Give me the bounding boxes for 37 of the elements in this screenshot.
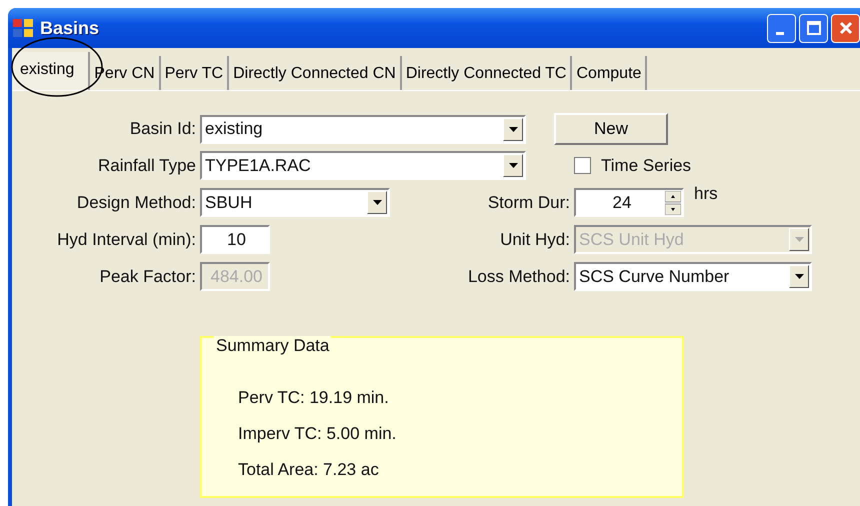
field-label: Rainfall Type bbox=[97, 156, 196, 176]
new-button[interactable]: New bbox=[554, 113, 668, 145]
caret-icon bbox=[372, 200, 382, 205]
field-label: Unit Hyd: bbox=[499, 230, 570, 250]
dropdown-field[interactable]: existing bbox=[200, 114, 526, 144]
tab[interactable]: existing bbox=[12, 52, 90, 90]
minimize-button[interactable] bbox=[767, 14, 796, 42]
checkbox-label: Time Series bbox=[601, 156, 692, 176]
summary-text: Perv TC: 19.19 min. bbox=[238, 387, 390, 409]
unit-label: hrs bbox=[694, 184, 718, 204]
app-icon bbox=[12, 17, 34, 39]
spinner-field[interactable]: 24 bbox=[574, 188, 684, 217]
input-field[interactable]: 10 bbox=[200, 225, 270, 254]
dropdown-field[interactable]: SCS Curve Number bbox=[574, 262, 812, 291]
field-label: Storm Dur: bbox=[486, 192, 570, 212]
close-icon bbox=[838, 20, 854, 36]
close-button[interactable] bbox=[831, 14, 860, 42]
caret-icon bbox=[794, 274, 804, 279]
summary-text: Imperv TC: 5.00 min. bbox=[238, 423, 398, 445]
field-label: Loss Method: bbox=[466, 266, 570, 286]
window-title: Basins bbox=[40, 18, 100, 38]
summary-title: Summary Data bbox=[214, 336, 332, 356]
maximize-icon bbox=[806, 20, 822, 36]
field-label: Design Method: bbox=[76, 192, 196, 212]
dropdown-field[interactable]: TYPE1A.RAC bbox=[200, 151, 526, 180]
maximize-button[interactable] bbox=[799, 14, 828, 42]
caret-icon bbox=[794, 237, 804, 242]
checkbox[interactable] bbox=[574, 157, 591, 174]
dropdown-field[interactable]: SBUH bbox=[200, 188, 390, 217]
caret-icon bbox=[508, 163, 518, 168]
minimize-icon bbox=[776, 32, 784, 34]
field-label: Peak Factor: bbox=[98, 266, 196, 286]
field-label: Hyd Interval (min): bbox=[56, 230, 196, 250]
summary-text: Total Area: 7.23 ac bbox=[238, 459, 380, 481]
field-label: Basin Id: bbox=[128, 119, 196, 139]
up-down-arrows-icon bbox=[665, 190, 681, 214]
caret-icon bbox=[508, 126, 518, 132]
